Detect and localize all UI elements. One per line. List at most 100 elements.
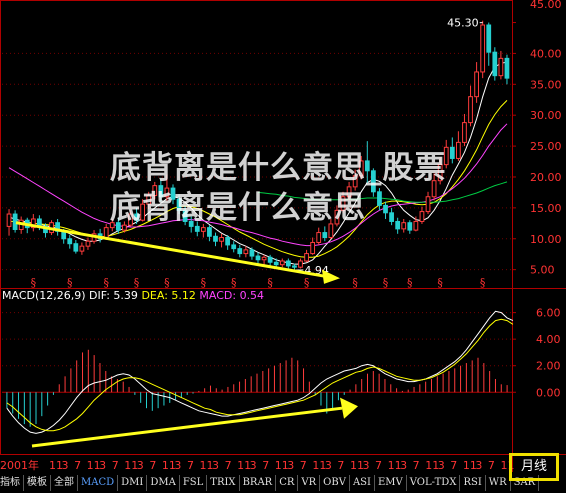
candle-body	[425, 196, 431, 213]
indicator-tab-wr[interactable]: WR	[486, 475, 511, 491]
price-tick-label: 5.00	[530, 264, 555, 277]
candle-body	[279, 260, 285, 266]
candle-body	[267, 256, 273, 263]
candle-body	[140, 203, 146, 221]
indicator-tab-macd[interactable]: MACD	[78, 475, 119, 491]
time-axis-label: 3	[363, 459, 370, 472]
candle-body	[73, 243, 79, 252]
indicator-tab-trix[interactable]: TRIX	[207, 475, 240, 491]
time-axis-label: 7	[262, 459, 269, 472]
indicator-tab-cr[interactable]: CR	[276, 475, 299, 491]
candle-body	[292, 265, 297, 268]
candle-body	[122, 224, 127, 231]
candle-body	[285, 260, 291, 267]
macd-trend-arrowhead	[340, 397, 358, 419]
candle-body	[474, 71, 479, 98]
candle-body	[176, 198, 182, 211]
signal-marker: §	[352, 276, 358, 289]
candle-body	[449, 146, 455, 159]
time-axis-label: 7	[149, 459, 156, 472]
signal-marker: §	[437, 276, 443, 289]
signal-marker: §	[231, 276, 237, 289]
time-axis-label: 7	[450, 459, 457, 472]
indicator-tab-rsi[interactable]: RSI	[460, 475, 486, 491]
signal-marker: §	[304, 276, 310, 289]
candle-body	[304, 253, 309, 262]
candle-body	[395, 220, 401, 230]
time-axis-label: 7	[300, 459, 307, 472]
candle-body	[194, 225, 200, 232]
indicator-tab-vol-tdx[interactable]: VOL-TDX	[407, 475, 461, 491]
candle-body	[109, 222, 115, 229]
candle-body	[486, 24, 492, 53]
time-axis-label: 3	[287, 459, 294, 472]
macd-tick-label: 2.00	[536, 360, 561, 373]
candle-body	[456, 141, 461, 159]
dif-value-label: DIF: 5.39	[89, 289, 141, 302]
candle-body	[504, 57, 510, 79]
candle-body	[334, 209, 340, 225]
time-axis-label: 3	[212, 459, 219, 472]
candle-body	[364, 160, 370, 172]
time-axis-label: 7	[413, 459, 420, 472]
indicator-tab-asi[interactable]: ASI	[350, 475, 375, 491]
indicator-tab-emv[interactable]: EMV	[375, 475, 407, 491]
time-axis-label: 2001年	[0, 458, 39, 472]
candle-body	[231, 244, 237, 250]
indicator-tab-bar: 指标 模板 全部 MACD DMI DMA FSL TRIX BRAR CR VR OBV ASI EMV…	[0, 473, 540, 493]
candle-body	[383, 204, 388, 214]
signal-marker: §	[103, 276, 109, 289]
signal-marker: §	[267, 276, 273, 289]
signal-marker: §	[134, 276, 140, 289]
candle-body	[462, 122, 467, 143]
candle-body	[370, 170, 376, 193]
time-axis-label: 7	[337, 459, 344, 472]
time-axis-label: 7	[375, 459, 382, 472]
candle-body	[6, 213, 12, 227]
price-tick-label: 25.00	[530, 140, 562, 153]
price-tick-label: 30.00	[530, 109, 562, 122]
indicator-tab-dma[interactable]: DMA	[147, 475, 180, 491]
time-axis-label: 3	[400, 459, 407, 472]
candle-body	[213, 235, 218, 242]
time-axis-label: 3	[62, 459, 69, 472]
candle-body	[115, 222, 121, 231]
candle-body	[443, 146, 449, 166]
candle-body	[158, 185, 164, 198]
indicator-tab-dmi[interactable]: DMI	[118, 475, 148, 491]
candle-body	[389, 212, 394, 222]
candle-body	[219, 237, 224, 242]
candle-body	[358, 160, 364, 177]
candle-body	[298, 260, 303, 268]
signal-marker: §	[201, 276, 207, 289]
candle-body	[164, 187, 170, 198]
time-axis-label: 3	[174, 459, 181, 472]
indicator-tab-obv[interactable]: OBV	[320, 475, 350, 491]
candle-body	[261, 256, 267, 261]
time-axis-label: 7	[112, 459, 119, 472]
candle-body	[377, 191, 382, 206]
indicator-tab-cn-0[interactable]: 指标	[0, 475, 24, 491]
price-trend-arrow	[15, 221, 327, 278]
indicator-tab-fsl[interactable]: FSL	[180, 475, 208, 491]
time-axis-label: 7	[74, 459, 81, 472]
dea-value-label: DEA: 5.12	[141, 289, 199, 302]
candle-body	[480, 24, 486, 73]
candle-body	[498, 57, 504, 77]
indicator-tab-cn-1[interactable]: 模板	[24, 475, 51, 491]
indicator-tab-brar[interactable]: BRAR	[240, 475, 277, 491]
price-tick-label: 20.00	[530, 171, 562, 184]
macd-header: MACD(12,26,9) DIF: 5.39 DEA: 5.12 MACD: …	[2, 289, 264, 302]
candle-body	[188, 220, 194, 227]
candle-body	[79, 245, 85, 252]
stock-chart: 5.0010.0015.0020.0025.0030.0035.0040.004…	[0, 0, 566, 472]
macd-title: MACD(12,26,9)	[2, 289, 89, 302]
time-axis-label: 7	[187, 459, 194, 472]
candle-body	[249, 249, 255, 257]
candle-body	[152, 185, 158, 197]
candle-body	[182, 209, 188, 222]
indicator-tab-cn-2[interactable]: 全部	[51, 475, 78, 491]
time-axis-label: 7	[488, 459, 495, 472]
indicator-tab-vr[interactable]: VR	[298, 475, 321, 491]
period-button-monthly[interactable]: 月线	[509, 453, 559, 481]
